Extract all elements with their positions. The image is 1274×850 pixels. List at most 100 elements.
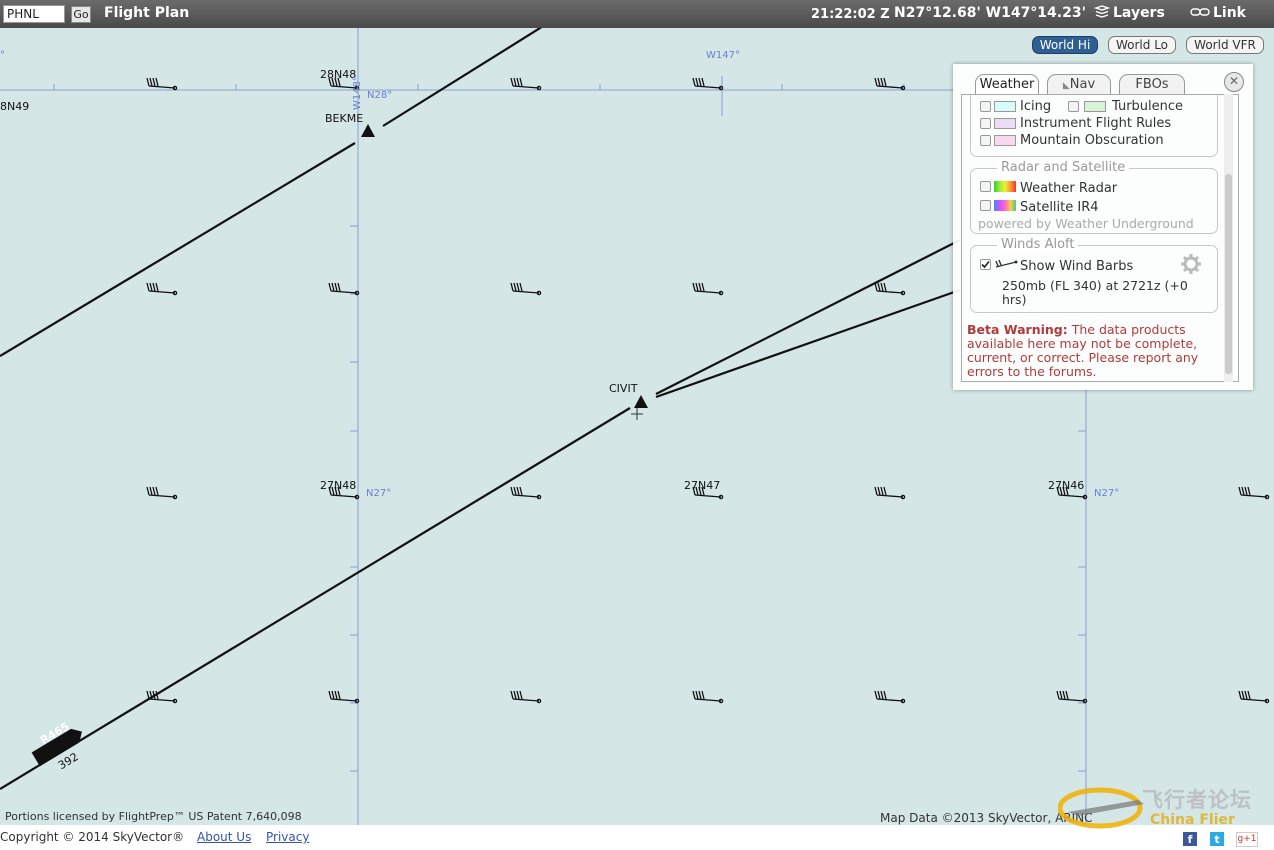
google-plus-icon[interactable]: g+1 [1236, 832, 1258, 847]
wind-barb-icon [146, 690, 178, 704]
icing-checkbox[interactable] [980, 101, 991, 112]
wind-barb-icon [1238, 690, 1270, 704]
waypoint-bekme-symbol[interactable] [361, 124, 375, 137]
icing-swatch [994, 101, 1016, 112]
wind-barb-icon [692, 690, 724, 704]
turbulence-label[interactable]: Turbulence [1112, 99, 1183, 114]
longitude-label: ° [0, 50, 5, 61]
beta-warning-title: Beta Warning: [967, 322, 1068, 337]
waypoint-civit-label[interactable]: CIVIT [609, 382, 637, 395]
latitude-label: N27° [366, 488, 392, 499]
layers-label: Layers [1113, 5, 1165, 21]
tab-nav[interactable]: ◣Nav [1047, 74, 1111, 94]
grid-point-label: 28N48 [320, 68, 357, 81]
wind-barb-icon [510, 486, 542, 500]
weather-radar-checkbox[interactable] [980, 181, 991, 192]
world-hi-button[interactable]: World Hi [1032, 36, 1098, 54]
lat-lon-grid [0, 28, 1087, 825]
ifr-checkbox[interactable] [980, 118, 991, 129]
watermark-logo-icon [1058, 787, 1144, 829]
facebook-icon[interactable]: f [1183, 832, 1197, 846]
satellite-checkbox[interactable] [980, 200, 991, 211]
airport-search-input[interactable]: PHNL [3, 5, 65, 23]
waypoint-bekme-label[interactable]: BEKME [325, 112, 363, 125]
waypoint-civit-symbol[interactable] [634, 395, 648, 408]
copyright-text: Copyright © 2014 SkyVector® [0, 830, 185, 844]
latitude-label: N27° [1094, 488, 1120, 499]
airway-routes [0, 28, 961, 790]
go-button[interactable]: Go [71, 6, 91, 23]
wind-barb-icon [146, 282, 178, 296]
wind-barb-icon [510, 77, 542, 91]
winds-group-title: Winds Aloft [997, 237, 1079, 252]
wind-barb-icon [874, 77, 906, 91]
wind-barb-icon [874, 690, 906, 704]
ifr-swatch [994, 118, 1016, 129]
radar-group-title: Radar and Satellite [997, 160, 1130, 175]
world-vfr-button[interactable]: World VFR [1186, 36, 1264, 54]
weather-layers-list[interactable]: Icing Turbulence Instrument Flight Rules… [961, 94, 1239, 382]
tab-fbos[interactable]: FBOs [1119, 74, 1185, 94]
mountain-obscuration-label[interactable]: Mountain Obscuration [1020, 133, 1164, 148]
grid-point-label: 8N49 [0, 100, 30, 113]
wind-barb-icon [1238, 486, 1270, 500]
tab-weather[interactable]: Weather [975, 74, 1039, 94]
ifr-label[interactable]: Instrument Flight Rules [1020, 116, 1171, 131]
weather-radar-label[interactable]: Weather Radar [1020, 181, 1117, 196]
world-lo-button[interactable]: World Lo [1108, 36, 1176, 54]
wind-barb-icon [874, 486, 906, 500]
mountain-obscuration-swatch [994, 135, 1016, 146]
watermark-text-cn: 飞行者论坛 [1142, 788, 1252, 812]
wind-level-text: 250mb (FL 340) at 2721z (+0 [1002, 278, 1188, 293]
icing-label[interactable]: Icing [1020, 99, 1051, 114]
satellite-icon [994, 200, 1016, 211]
satellite-label[interactable]: Satellite IR4 [1020, 200, 1099, 215]
layers-panel: Weather ◣Nav FBOs ✕ Icing Turbulence Ins… [953, 64, 1253, 390]
link-button[interactable]: Link [1190, 5, 1246, 21]
beta-warning: Beta Warning: The data products availabl… [967, 323, 1211, 379]
show-wind-barbs-label[interactable]: Show Wind Barbs [1020, 259, 1133, 274]
privacy-link[interactable]: Privacy [266, 830, 309, 844]
cursor-crosshair [631, 408, 643, 420]
grid-point-label: 27N46 [1048, 479, 1085, 492]
panel-scrollbar[interactable] [1224, 94, 1233, 382]
flight-plan-button[interactable]: Flight Plan [104, 5, 189, 21]
patent-note: Portions licensed by FlightPrep™ US Pate… [5, 810, 302, 823]
top-toolbar: PHNL Go Flight Plan 21:22:02 Z N27°12.68… [0, 0, 1274, 28]
grid-point-label: 27N48 [320, 479, 357, 492]
wind-barb-icon [328, 282, 360, 296]
wind-barb-icon [692, 77, 724, 91]
wind-barb-icon [510, 690, 542, 704]
chain-link-icon [1190, 8, 1210, 16]
close-panel-button[interactable]: ✕ [1224, 72, 1244, 92]
wind-barb-icon [1056, 690, 1088, 704]
wind-barbs-checkbox[interactable] [980, 259, 991, 270]
wind-barb-icon [510, 282, 542, 296]
watermark-text-en: China Flier [1150, 812, 1235, 828]
mountain-obscuration-checkbox[interactable] [980, 135, 991, 146]
wind-barb-icon [146, 77, 178, 91]
checkmark-icon [981, 260, 990, 269]
wind-barb-icon [146, 486, 178, 500]
latitude-label: N28° [367, 90, 393, 101]
wind-barb-icon [328, 690, 360, 704]
turbulence-checkbox[interactable] [1068, 101, 1079, 112]
cursor-coordinates: N27°12.68' W147°14.23' [894, 5, 1086, 21]
zulu-time: 21:22:02 Z [811, 7, 890, 22]
wind-level-text-cont: hrs) [1002, 292, 1027, 307]
wind-barb-icon [874, 282, 906, 296]
tab-nav-label: Nav [1069, 77, 1096, 92]
radar-icon [994, 181, 1016, 192]
wind-barb-icon [692, 282, 724, 296]
wind-barb-icon [995, 259, 1018, 268]
layers-button[interactable]: Layers [1093, 5, 1165, 21]
longitude-label: W147° [706, 50, 740, 61]
grid-point-label: 27N47 [684, 479, 721, 492]
layers-icon [1093, 5, 1111, 18]
scrollbar-thumb[interactable] [1225, 174, 1232, 374]
china-flier-watermark: 飞行者论坛 China Flier [1058, 778, 1270, 834]
gear-icon[interactable] [1180, 253, 1202, 275]
turbulence-swatch [1084, 101, 1106, 112]
about-us-link[interactable]: About Us [197, 830, 251, 844]
twitter-icon[interactable]: t [1210, 832, 1224, 846]
